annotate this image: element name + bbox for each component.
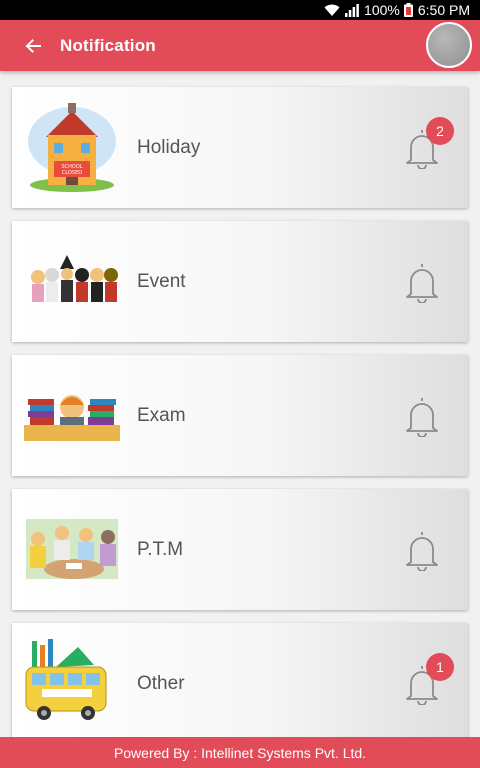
notification-category-list: SCHOOL CLOSED Holiday 2 Event Exam P.T.M…: [12, 87, 468, 757]
page-title: Notification: [60, 35, 156, 55]
avatar[interactable]: [426, 22, 472, 68]
unread-count-badge: 2: [426, 117, 454, 145]
school-bus-image: [24, 637, 120, 729]
clock: 6:50 PM: [417, 2, 470, 18]
app-bar: Notification: [0, 20, 480, 71]
notification-label: P.T.M: [137, 538, 184, 560]
footer: Powered By : Intellinet Systems Pvt. Ltd…: [0, 737, 480, 768]
battery-icon: [403, 3, 413, 17]
svg-text:CLOSED: CLOSED: [62, 170, 82, 176]
powered-by-text: Powered By : Intellinet Systems Pvt. Ltd…: [113, 744, 367, 761]
notification-label: Other: [137, 672, 185, 694]
parents-teacher-meeting-image: [24, 503, 120, 595]
notification-card-exam[interactable]: Exam: [12, 355, 468, 476]
notification-label: Event: [137, 270, 186, 292]
status-bar: 100% 6:50 PM: [0, 0, 480, 20]
back-button[interactable]: [22, 35, 44, 57]
bell-icon[interactable]: [404, 395, 440, 438]
arrow-left-icon: [25, 38, 41, 54]
notification-card-holiday[interactable]: SCHOOL CLOSED Holiday 2: [12, 87, 468, 208]
battery-percent: 100%: [364, 2, 400, 18]
notification-label: Exam: [137, 404, 186, 426]
bell-icon[interactable]: [404, 529, 440, 572]
notification-card-other[interactable]: Other 1: [12, 623, 468, 744]
signal-icon: [345, 3, 359, 17]
notification-card-event[interactable]: Event: [12, 221, 468, 342]
notification-label: Holiday: [137, 136, 201, 158]
school-closed-image: SCHOOL CLOSED: [24, 101, 120, 193]
unread-count-badge: 1: [426, 653, 454, 681]
notification-card-ptm[interactable]: P.T.M: [12, 489, 468, 610]
wifi-icon: [324, 4, 340, 17]
bell-icon[interactable]: [404, 261, 440, 304]
kids-costumes-image: [24, 235, 120, 327]
student-books-image: [24, 369, 120, 461]
